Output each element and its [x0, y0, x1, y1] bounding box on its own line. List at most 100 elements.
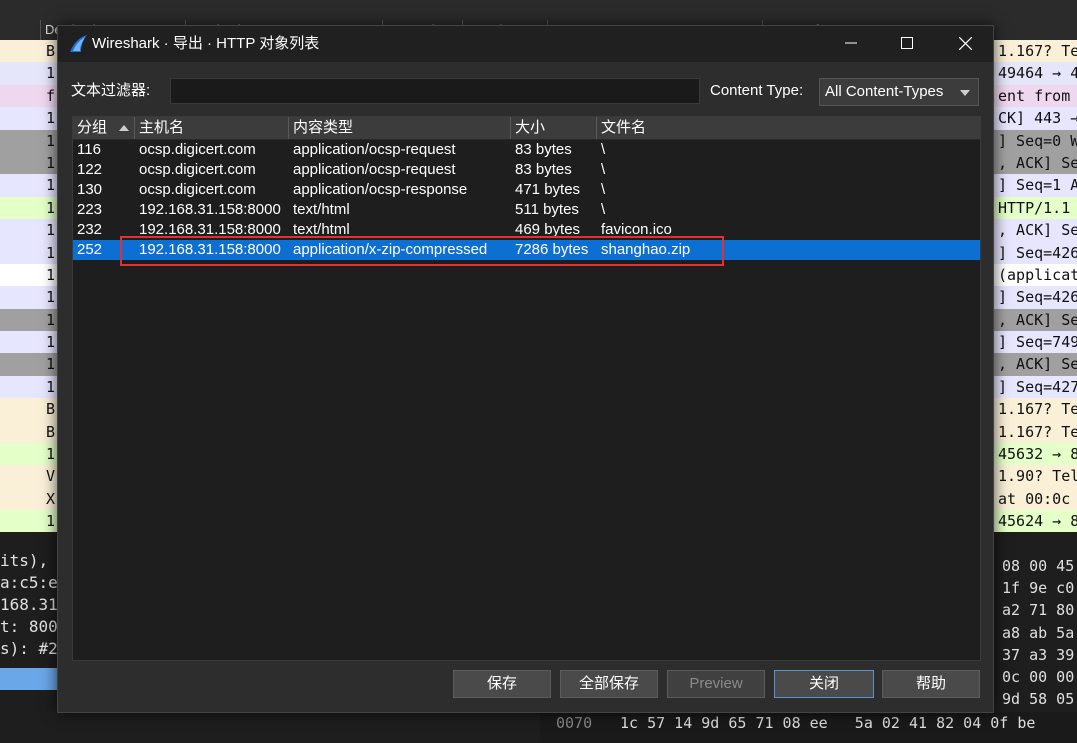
packet-row[interactable]: 1.90? Tel [994, 465, 1077, 488]
column-header-packet-label: 分组 [77, 119, 108, 136]
packet-row[interactable]: 1 [0, 331, 57, 354]
packet-row[interactable]: 1 [0, 107, 57, 130]
packet-row[interactable]: ] Seq=427 [994, 375, 1077, 399]
packet-row[interactable]: 45624 → 8 [994, 510, 1077, 532]
dialog-title: Wireshark · 导出 · HTTP 对象列表 [92, 35, 320, 52]
hex-line[interactable]: a8 ab 5a [994, 622, 1077, 644]
hex-line[interactable]: 37 a3 39 [994, 644, 1077, 666]
cell-filename: \ [601, 161, 606, 178]
packet-row[interactable]: 1 [0, 196, 57, 220]
packet-row[interactable]: f [0, 84, 57, 108]
packet-row[interactable]: 1 [0, 62, 57, 85]
packet-detail-line[interactable]: t: 800 [0, 616, 60, 638]
column-header-filename[interactable]: 文件名 [597, 117, 980, 139]
packet-row[interactable]: at 00:0c [994, 487, 1077, 511]
hex-line[interactable]: 0c 00 00 [994, 666, 1077, 688]
packet-row[interactable]: CK] 443 → [994, 107, 1077, 130]
hex-line[interactable]: 9d 58 05 [994, 688, 1077, 710]
packet-row[interactable]: , ACK] Se [994, 353, 1077, 376]
table-body: 116 ocsp.digicert.com application/ocsp-req… [73, 140, 980, 260]
packet-row[interactable]: 1 [0, 129, 57, 152]
preview-button[interactable]: Preview [667, 670, 765, 698]
cell-content-type: text/html [293, 221, 350, 238]
dialog-titlebar[interactable]: Wireshark · 导出 · HTTP 对象列表 [58, 26, 993, 62]
table-row[interactable]: 130 ocsp.digicert.com application/ocsp-res… [73, 180, 980, 200]
packet-detail-line[interactable]: 168.31 [0, 594, 60, 616]
minimize-icon [845, 42, 857, 44]
packet-row[interactable]: 1 [0, 443, 57, 466]
content-type-select[interactable]: All Content-Types [819, 78, 979, 106]
cell-packet: 116 [77, 141, 101, 158]
minimize-button[interactable] [822, 26, 880, 62]
packet-row[interactable]: 1.167? Te [994, 420, 1077, 444]
packet-row[interactable]: B [0, 398, 57, 421]
close-button[interactable]: 关闭 [774, 670, 874, 698]
cell-packet: 232 [77, 221, 103, 238]
table-row[interactable]: 252 192.168.31.158:8000 application/x-zip-… [73, 240, 980, 260]
packet-detail-line[interactable]: s): #2 [0, 638, 60, 660]
wireshark-fin-icon [70, 35, 87, 52]
hex-line[interactable]: 08 00 45 [994, 555, 1077, 577]
packet-row[interactable]: 49464 → 4 [994, 62, 1077, 85]
packet-detail-line[interactable]: a:c5:e [0, 572, 60, 594]
close-window-button[interactable] [936, 26, 994, 62]
cell-filename: \ [601, 181, 606, 198]
hex-line[interactable]: a2 71 80 [994, 599, 1077, 621]
save-button[interactable]: 保存 [453, 670, 551, 698]
packet-row[interactable]: , ACK] Se [994, 151, 1077, 175]
cell-content-type: application/ocsp-request [293, 161, 456, 178]
hex-bytes: 1c 57 14 9d 65 71 08 ee 5a 02 41 82 04 0… [620, 714, 1036, 732]
packet-row[interactable]: 1 [0, 263, 57, 287]
packet-row[interactable]: 1.167? Te [994, 40, 1077, 63]
column-header-hostname[interactable]: 主机名 [135, 117, 289, 139]
packet-row[interactable]: 1 [0, 174, 57, 197]
table-row[interactable]: 232 192.168.31.158:8000 text/html 469 bytes… [73, 220, 980, 240]
table-row[interactable]: 116 ocsp.digicert.com application/ocsp-req… [73, 140, 980, 160]
packet-row[interactable]: ] Seq=749 [994, 331, 1077, 354]
close-icon [958, 36, 972, 51]
column-header-size[interactable]: 大小 [511, 117, 597, 139]
packet-row[interactable]: 1.167? Te [994, 398, 1077, 421]
table-row[interactable]: 122 ocsp.digicert.com application/ocsp-req… [73, 160, 980, 180]
packet-row[interactable]: , ACK] Se [994, 219, 1077, 242]
cell-packet: 122 [77, 161, 103, 178]
packet-row[interactable]: V [0, 465, 57, 488]
cell-filename: \ [601, 141, 606, 158]
packet-row[interactable]: 1 [0, 353, 57, 376]
packet-row[interactable]: 45632 → 8 [994, 443, 1077, 466]
packet-row[interactable]: 1 [0, 375, 57, 399]
maximize-button[interactable] [878, 26, 936, 62]
help-button[interactable]: 帮助 [882, 670, 980, 698]
packet-row[interactable]: ] Seq=1 A [994, 174, 1077, 197]
packet-row[interactable]: , ACK] Se [994, 308, 1077, 332]
packet-row[interactable]: X [0, 487, 57, 511]
packet-row[interactable]: ent from [994, 84, 1077, 108]
packet-row[interactable]: HTTP/1.1 [994, 196, 1077, 220]
save-all-button[interactable]: 全部保存 [560, 670, 658, 698]
packet-row[interactable]: B [0, 420, 57, 444]
packet-row[interactable]: 1 [0, 219, 57, 242]
column-header-packet[interactable]: 分组 [73, 117, 135, 139]
packet-row[interactable]: 1 [0, 151, 57, 175]
packet-row[interactable]: ] Seq=426 [994, 286, 1077, 309]
table-row[interactable]: 223 192.168.31.158:8000 text/html 511 bytes… [73, 200, 980, 220]
text-filter-input[interactable] [170, 78, 700, 104]
column-header-content-type[interactable]: 内容类型 [289, 117, 511, 139]
maximize-icon [901, 37, 913, 49]
content-type-value: All Content-Types [825, 83, 944, 100]
hex-line[interactable]: 1f 9e c0 [994, 577, 1077, 599]
cell-content-type: text/html [293, 201, 350, 218]
packet-row[interactable]: 1 [0, 308, 57, 332]
packet-row[interactable]: 1 [0, 510, 57, 532]
packet-row[interactable]: B [0, 40, 57, 63]
packet-row[interactable]: 1 [0, 241, 57, 264]
http-objects-table[interactable]: 分组 主机名 内容类型 大小 文件名 116 ocsp.digicert.com a… [72, 116, 981, 661]
dropdown-arrow-icon [960, 90, 970, 96]
cell-packet: 130 [77, 181, 103, 198]
packet-row[interactable]: ] Seq=426 [994, 241, 1077, 264]
packet-row[interactable]: ] Seq=0 W [994, 129, 1077, 152]
packet-row[interactable]: 1 [0, 286, 57, 309]
cell-size: 471 bytes [515, 181, 581, 198]
packet-detail-line[interactable]: its), [0, 550, 60, 572]
packet-row[interactable]: (applicat [994, 263, 1077, 287]
